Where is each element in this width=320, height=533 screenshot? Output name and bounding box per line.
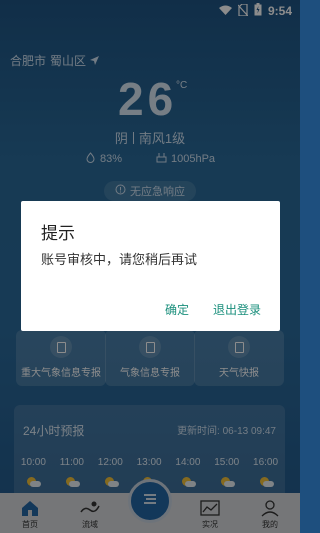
logout-button[interactable]: 退出登录: [213, 301, 261, 318]
dialog-message: 账号审核中，请您稍后再试: [41, 252, 198, 267]
weather-screen: 9:54 合肥市 蜀山区 26 °C 阴南风1级 83% 1005hPa 无应急…: [0, 0, 300, 533]
alert-dialog: 提示 账号审核中，请您稍后再试 确定 退出登录: [21, 201, 280, 331]
dialog-title: 提示: [41, 224, 75, 243]
confirm-button[interactable]: 确定: [165, 301, 189, 318]
